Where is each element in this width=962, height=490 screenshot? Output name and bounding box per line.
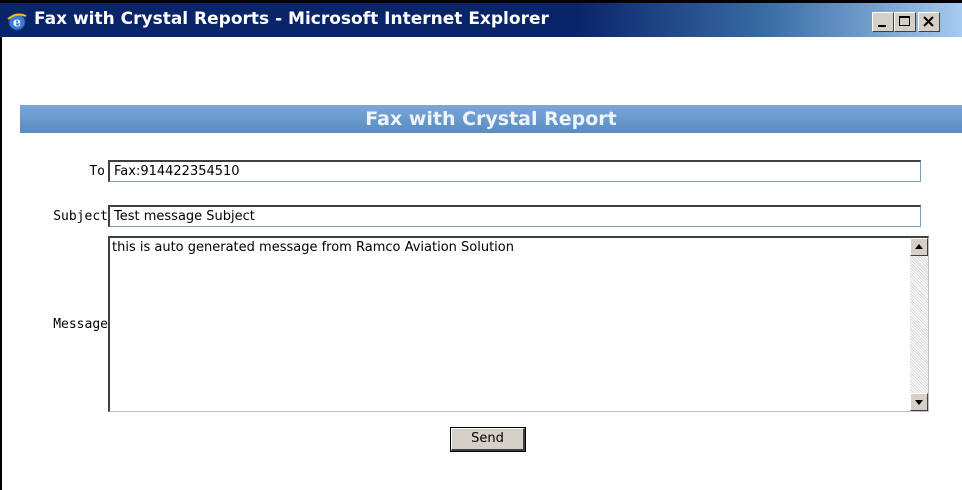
title-bar[interactable]: e Fax with Crystal Reports - Microsoft I…: [0, 3, 962, 37]
to-label: To: [89, 164, 105, 179]
message-scrollbar[interactable]: [910, 238, 928, 411]
scroll-down-button[interactable]: [910, 393, 928, 411]
subject-label: Subject: [53, 209, 108, 224]
minimize-icon: [878, 25, 886, 27]
to-input[interactable]: Fax:914422354510: [108, 160, 921, 182]
maximize-icon: [899, 16, 910, 26]
form-header-bar: Fax with Crystal Report: [20, 105, 962, 133]
close-button[interactable]: [918, 12, 940, 32]
ie-icon: e: [6, 10, 28, 32]
subject-input[interactable]: Test message Subject: [108, 205, 921, 227]
message-text: this is auto generated message from Ramc…: [112, 240, 514, 255]
scroll-up-icon: [915, 244, 923, 249]
message-textarea[interactable]: this is auto generated message from Ramc…: [108, 236, 929, 412]
window-title: Fax with Crystal Reports - Microsoft Int…: [34, 9, 549, 29]
minimize-button[interactable]: [872, 12, 894, 32]
close-icon: [923, 16, 934, 27]
maximize-button[interactable]: [894, 12, 916, 32]
form-title: Fax with Crystal Report: [365, 108, 617, 130]
browser-window: e Fax with Crystal Reports - Microsoft I…: [0, 0, 962, 490]
svg-text:e: e: [13, 16, 21, 31]
scroll-down-icon: [915, 400, 923, 405]
scroll-up-button[interactable]: [910, 238, 928, 256]
message-label: Message: [53, 317, 108, 332]
window-left-border: [0, 37, 2, 490]
send-button[interactable]: Send: [450, 427, 526, 452]
